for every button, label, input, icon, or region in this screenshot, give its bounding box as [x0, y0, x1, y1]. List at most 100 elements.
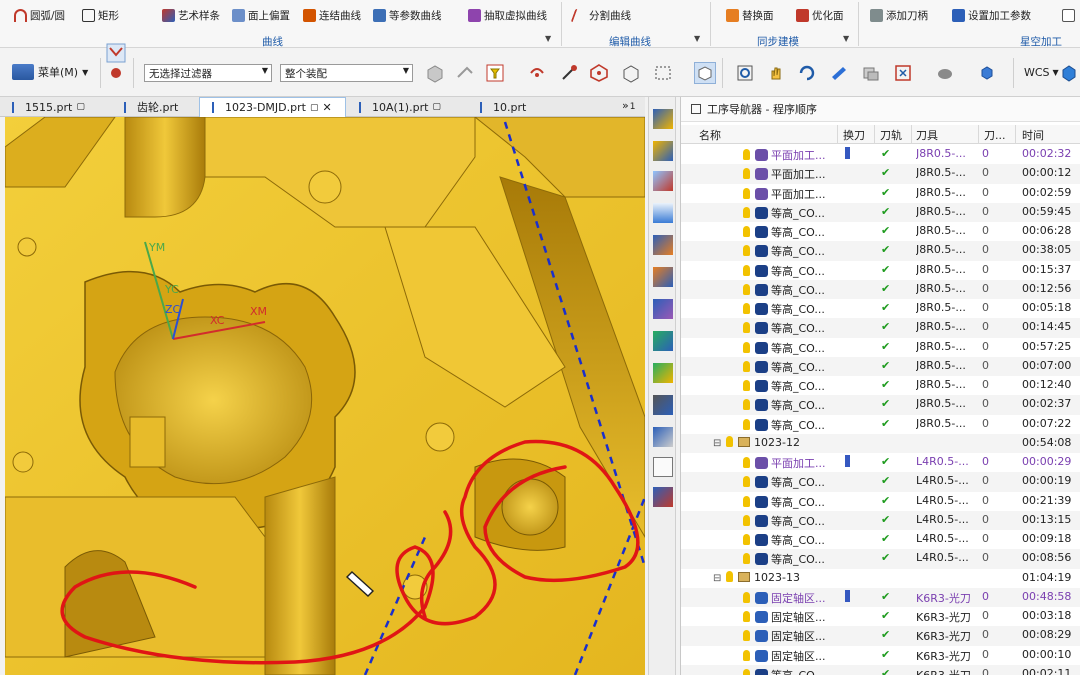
column-divider[interactable] [911, 125, 912, 144]
deselect-icon[interactable] [454, 62, 476, 84]
operation-row[interactable]: 等高_CO... ✔ J8R0.5-... 0 00:12:56 [681, 279, 1080, 299]
constraint-navigator-icon[interactable] [653, 141, 673, 161]
rotate-icon[interactable] [796, 62, 818, 84]
check-icon[interactable] [653, 331, 673, 351]
col-tool-number[interactable]: 刀... [984, 127, 1006, 143]
divide-curve-button[interactable]: 分割曲线 [570, 6, 631, 24]
operation-row[interactable]: 等高_CO... ✔ L4R0.5-... 0 00:00:19 [681, 472, 1080, 492]
operation-row[interactable]: 固定轴区... ✔ K6R3-光刀 0 00:48:58 [681, 587, 1080, 607]
wcs-cube-icon[interactable] [1058, 62, 1080, 84]
shop-doc-icon[interactable] [653, 395, 673, 415]
pan-icon[interactable] [765, 62, 787, 84]
extract-virtual-curve-button[interactable]: 抽取虚拟曲线 [468, 6, 547, 24]
fit-view-icon[interactable] [734, 62, 756, 84]
tab-10a1[interactable]: 10A(1).prt ▢ [347, 97, 467, 117]
operation-row[interactable]: 固定轴区... ✔ K6R3-光刀 0 00:08:29 [681, 626, 1080, 646]
column-divider[interactable] [978, 125, 979, 144]
operation-row[interactable]: 等高_CO... ✔ K6R3-光刀 0 00:02:11 [681, 664, 1080, 675]
part-navigator-icon[interactable] [653, 171, 673, 191]
col-change-tool[interactable]: 换刀 [843, 127, 865, 143]
zoom-region-icon[interactable] [892, 62, 914, 84]
group-expand-edit-curve[interactable]: ▼ [694, 34, 700, 43]
overflow-button[interactable] [1062, 6, 1075, 24]
shaded-view-icon[interactable] [828, 62, 850, 84]
add-holder-button[interactable]: 添加刀柄 [870, 6, 928, 24]
scope-filter-dropdown[interactable]: 整个装配 ▼ [280, 64, 413, 82]
tab-10[interactable]: 10.prt [468, 97, 548, 117]
column-divider[interactable] [874, 125, 875, 144]
postprocess-icon[interactable] [653, 427, 673, 447]
end-point-icon[interactable] [558, 62, 580, 84]
operation-row[interactable]: 等高_CO... ✔ J8R0.5-... 0 00:05:18 [681, 299, 1080, 318]
reuse-library-icon[interactable] [653, 203, 673, 223]
operation-row[interactable]: 等高_CO... ✔ J8R0.5-... 0 00:38:05 [681, 241, 1080, 261]
collapse-icon[interactable]: ⊟ [713, 573, 722, 584]
selection-filter-icon[interactable] [484, 62, 506, 84]
box-select-icon[interactable] [620, 62, 642, 84]
operation-row[interactable]: 等高_CO... ✔ J8R0.5-... 0 00:12:40 [681, 376, 1080, 395]
operation-row[interactable]: 等高_CO... ✔ J8R0.5-... 0 00:07:22 [681, 415, 1080, 434]
set-machining-params-button[interactable]: 设置加工参数 [952, 6, 1031, 24]
operation-row[interactable]: 平面加工... ✔ J8R0.5-... 0 00:00:12 [681, 164, 1080, 184]
wcs-dropdown[interactable]: WCS ▼ [1024, 66, 1059, 79]
blank-panel-icon[interactable] [653, 457, 673, 477]
operation-row[interactable]: 等高_CO... ✔ J8R0.5-... 0 00:02:37 [681, 395, 1080, 415]
join-curves-button[interactable]: 连结曲线 [303, 6, 361, 24]
operation-navigator-icon[interactable] [653, 235, 673, 255]
tab-1023-dmjd[interactable]: 1023-DMJD.prt ▢ ✕ [199, 97, 346, 117]
operation-row[interactable]: 平面加工... ✔ J8R0.5-... 0 00:02:59 [681, 184, 1080, 203]
col-tool[interactable]: 刀具 [916, 127, 938, 143]
history-icon[interactable] [653, 487, 673, 507]
tabs-overflow-button[interactable]: »1 [622, 99, 635, 112]
operation-row[interactable]: 固定轴区... ✔ K6R3-光刀 0 00:00:10 [681, 646, 1080, 665]
studio-spline-button[interactable]: 艺术样条 [162, 6, 220, 24]
rectangle-select-icon[interactable] [652, 62, 674, 84]
offset-in-face-button[interactable]: 面上偏置 [232, 6, 290, 24]
layers-icon[interactable] [860, 62, 882, 84]
panel-toggle-icon[interactable] [691, 104, 701, 114]
midpoint-icon[interactable] [588, 62, 610, 84]
close-icon[interactable]: ✕ [322, 101, 331, 114]
col-time[interactable]: 时间 [1022, 127, 1044, 143]
component-select-icon[interactable] [424, 62, 446, 84]
snap-toggle-icon[interactable] [105, 43, 127, 78]
col-toolpath[interactable]: 刀轨 [880, 127, 902, 143]
replace-face-button[interactable]: 替换面 [726, 6, 774, 24]
collapse-icon[interactable]: ⊟ [713, 438, 722, 449]
operation-row[interactable]: 等高_CO... ✔ L4R0.5-... 0 00:09:18 [681, 530, 1080, 549]
tab-1515[interactable]: 1515.prt ▢ [0, 97, 112, 117]
col-name[interactable]: 名称 [699, 127, 721, 143]
group-expand-curve[interactable]: ▼ [545, 34, 551, 43]
isoparametric-curve-button[interactable]: 等参数曲线 [373, 6, 442, 24]
program-group-row[interactable]: ⊟ 1023-12 00:54:08 [681, 433, 1080, 453]
operation-row[interactable]: 平面加工... ✔ L4R0.5-... 0 00:00:29 [681, 453, 1080, 472]
machine-tool-navigator-icon[interactable] [653, 267, 673, 287]
machining-feature-icon[interactable] [653, 299, 673, 319]
render-style-icon[interactable] [934, 62, 956, 84]
menu-button[interactable]: 菜单(M) ▼ [12, 64, 88, 80]
view-orient-icon[interactable] [694, 62, 716, 84]
graphics-viewport[interactable]: YM YC ZC XC XM [5, 117, 645, 675]
operation-row[interactable]: 等高_CO... ✔ J8R0.5-... 0 00:59:45 [681, 202, 1080, 222]
group-expand-sync-modeling[interactable]: ▼ [843, 34, 849, 43]
snap-point-icon[interactable] [526, 62, 548, 84]
operation-row[interactable]: 等高_CO... ✔ L4R0.5-... 0 00:21:39 [681, 492, 1080, 511]
operation-row[interactable]: 等高_CO... ✔ J8R0.5-... 0 00:14:45 [681, 318, 1080, 338]
assembly-navigator-icon[interactable] [653, 109, 673, 129]
arc-circle-button[interactable]: 圆弧/圆 [14, 6, 65, 24]
operation-row[interactable]: 等高_CO... ✔ J8R0.5-... 0 00:06:28 [681, 222, 1080, 241]
operation-row[interactable]: 等高_CO... ✔ J8R0.5-... 0 00:07:00 [681, 356, 1080, 376]
verify-icon[interactable] [653, 363, 673, 383]
column-divider[interactable] [837, 125, 838, 144]
operation-row[interactable]: 等高_CO... ✔ L4R0.5-... 0 00:08:56 [681, 549, 1080, 569]
optimize-face-button[interactable]: 优化面 [796, 6, 844, 24]
orient-cube-icon[interactable] [976, 62, 998, 84]
column-divider[interactable] [1015, 125, 1016, 144]
tab-gear[interactable]: 齿轮.prt [112, 97, 198, 117]
operation-row[interactable]: 等高_CO... ✔ L4R0.5-... 0 00:13:15 [681, 510, 1080, 530]
rectangle-button[interactable]: 矩形 [82, 6, 119, 24]
program-group-row[interactable]: ⊟ 1023-13 01:04:19 [681, 569, 1080, 588]
operation-row[interactable]: 等高_CO... ✔ J8R0.5-... 0 00:15:37 [681, 261, 1080, 280]
type-filter-dropdown[interactable]: 无选择过滤器 ▼ [144, 64, 272, 82]
operation-row[interactable]: 固定轴区... ✔ K6R3-光刀 0 00:03:18 [681, 607, 1080, 626]
